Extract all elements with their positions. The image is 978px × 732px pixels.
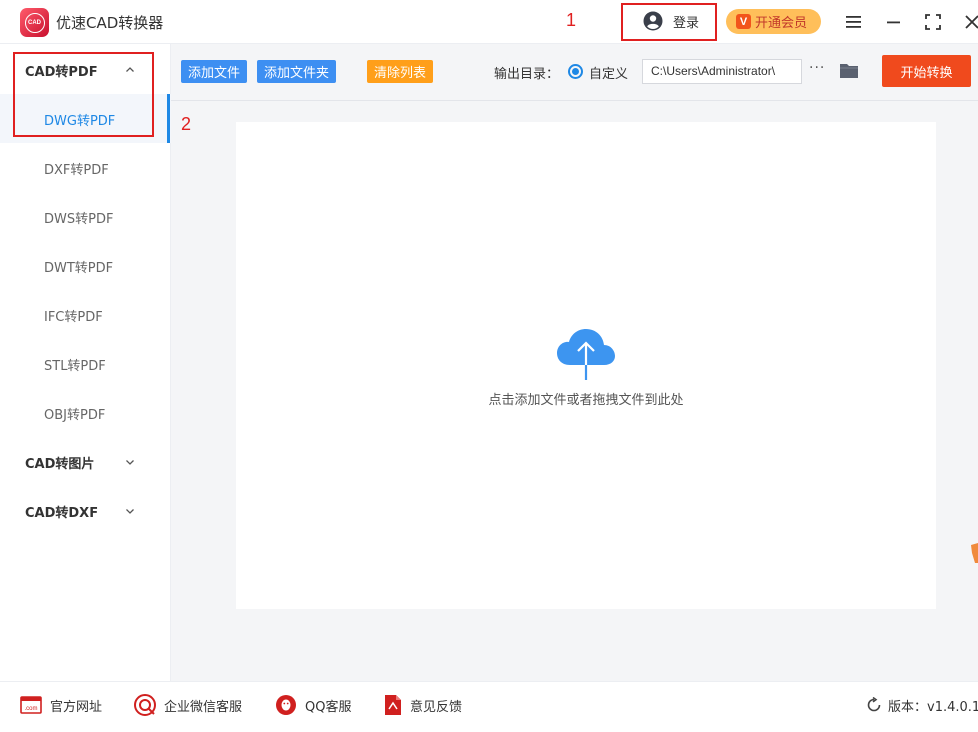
menu-icon[interactable] (844, 12, 864, 32)
wechat-support-label: 企业微信客服 (164, 699, 243, 715)
app-logo: CAD (20, 8, 49, 37)
website-icon: .com (20, 696, 42, 714)
feedback-icon (385, 695, 401, 715)
output-path-field[interactable]: C:\Users\Administrator\ (642, 59, 802, 84)
version-info[interactable]: 版本：v1.4.0.1 (866, 695, 978, 715)
app-title: 优速CAD转换器 (56, 14, 164, 32)
vip-label: 开通会员 (755, 16, 808, 31)
sidebar-item-dwt-to-pdf[interactable]: DWT转PDF (44, 257, 113, 276)
fullscreen-icon[interactable] (923, 12, 943, 32)
file-drop-zone[interactable]: 点击添加文件或者拖拽文件到此处 (236, 122, 936, 609)
sidebar-item-dxf-to-pdf[interactable]: DXF转PDF (44, 159, 109, 178)
official-site-link[interactable]: .com 官方网址 (20, 695, 102, 715)
drop-zone-text: 点击添加文件或者拖拽文件到此处 (488, 393, 684, 408)
sidebar-group-cad-to-image[interactable]: CAD转图片 (25, 453, 94, 472)
login-label: 登录 (673, 15, 700, 31)
wechat-icon (134, 694, 156, 716)
qq-support-label: QQ客服 (305, 699, 352, 715)
qq-support-link[interactable]: QQ客服 (275, 695, 351, 715)
cloud-upload-icon (557, 329, 615, 380)
sidebar-group-cad-to-dxf[interactable]: CAD转DXF (25, 502, 98, 521)
feedback-link[interactable]: 意见反馈 (384, 695, 462, 715)
sidebar-item-stl-to-pdf[interactable]: STL转PDF (44, 355, 106, 374)
wechat-support-link[interactable]: 企业微信客服 (134, 694, 243, 716)
vip-icon: V (736, 14, 751, 29)
custom-dir-label[interactable]: 自定义 (589, 63, 628, 82)
official-site-label: 官方网址 (50, 699, 103, 715)
qq-icon (276, 695, 296, 715)
login-button[interactable]: 登录 (643, 10, 699, 32)
sidebar-item-ifc-to-pdf[interactable]: IFC转PDF (44, 306, 103, 325)
svg-text:.com: .com (24, 706, 37, 712)
sidebar-item-dws-to-pdf[interactable]: DWS转PDF (44, 208, 113, 227)
annotation-marker-1: 1 (566, 10, 577, 30)
minimize-icon[interactable] (884, 12, 904, 32)
app-logo-text: CAD (24, 12, 45, 33)
output-dir-label: 输出目录： (494, 67, 560, 82)
version-label: 版本：v1.4.0.1 (888, 699, 978, 715)
user-icon (643, 11, 663, 31)
annotation-box-sidebar (13, 52, 154, 137)
app-window: CAD 优速CAD转换器 1 登录 V 开通会员 CAD转PDF DWG转PDF… (0, 0, 978, 732)
sidebar-active-indicator (167, 94, 170, 143)
folder-icon[interactable] (839, 61, 859, 79)
side-widget-icon[interactable] (970, 541, 978, 567)
add-folder-button[interactable]: 添加文件夹 (257, 60, 337, 83)
feedback-label: 意见反馈 (410, 699, 463, 715)
start-convert-button[interactable]: 开始转换 (882, 55, 971, 87)
clear-list-button[interactable]: 清除列表 (367, 60, 434, 83)
refresh-icon (867, 697, 881, 712)
annotation-marker-2: 2 (181, 114, 192, 134)
sidebar-item-obj-to-pdf[interactable]: OBJ转PDF (44, 404, 105, 423)
chevron-down-icon[interactable] (125, 506, 135, 516)
chevron-down-icon[interactable] (125, 457, 135, 467)
add-file-button[interactable]: 添加文件 (181, 60, 248, 83)
vip-button[interactable]: V 开通会员 (726, 9, 821, 34)
custom-dir-radio[interactable] (568, 64, 583, 79)
close-icon[interactable] (962, 12, 978, 32)
more-options-button[interactable]: ··· (809, 60, 825, 76)
